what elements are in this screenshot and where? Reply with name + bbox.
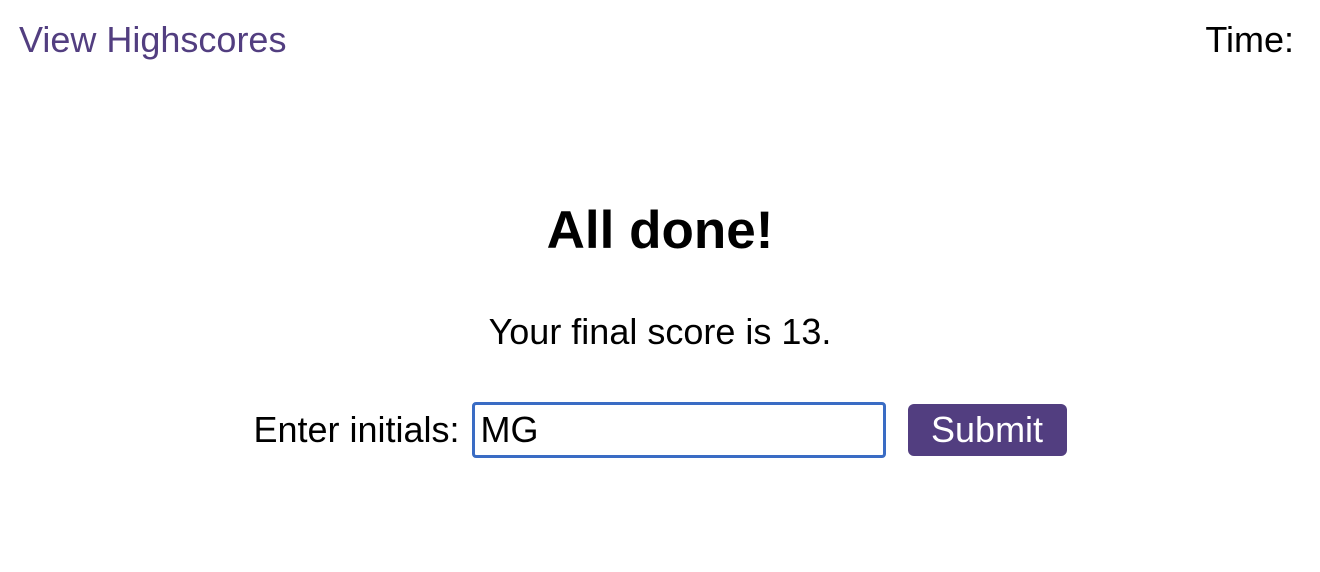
final-score-text: Your final score is 13. [488, 311, 832, 352]
initials-input[interactable] [471, 402, 886, 458]
view-highscores-link[interactable]: View Highscores [19, 18, 286, 62]
timer: Time: [1205, 18, 1302, 62]
initials-label: Enter initials: [253, 409, 460, 450]
page-title: All done! [546, 201, 774, 260]
submit-button[interactable]: Submit [907, 404, 1067, 456]
time-label: Time: [1205, 19, 1294, 60]
quiz-page: View Highscores Time: All done! Your fin… [0, 0, 1320, 572]
initials-form: Enter initials: Submit [0, 402, 1320, 458]
